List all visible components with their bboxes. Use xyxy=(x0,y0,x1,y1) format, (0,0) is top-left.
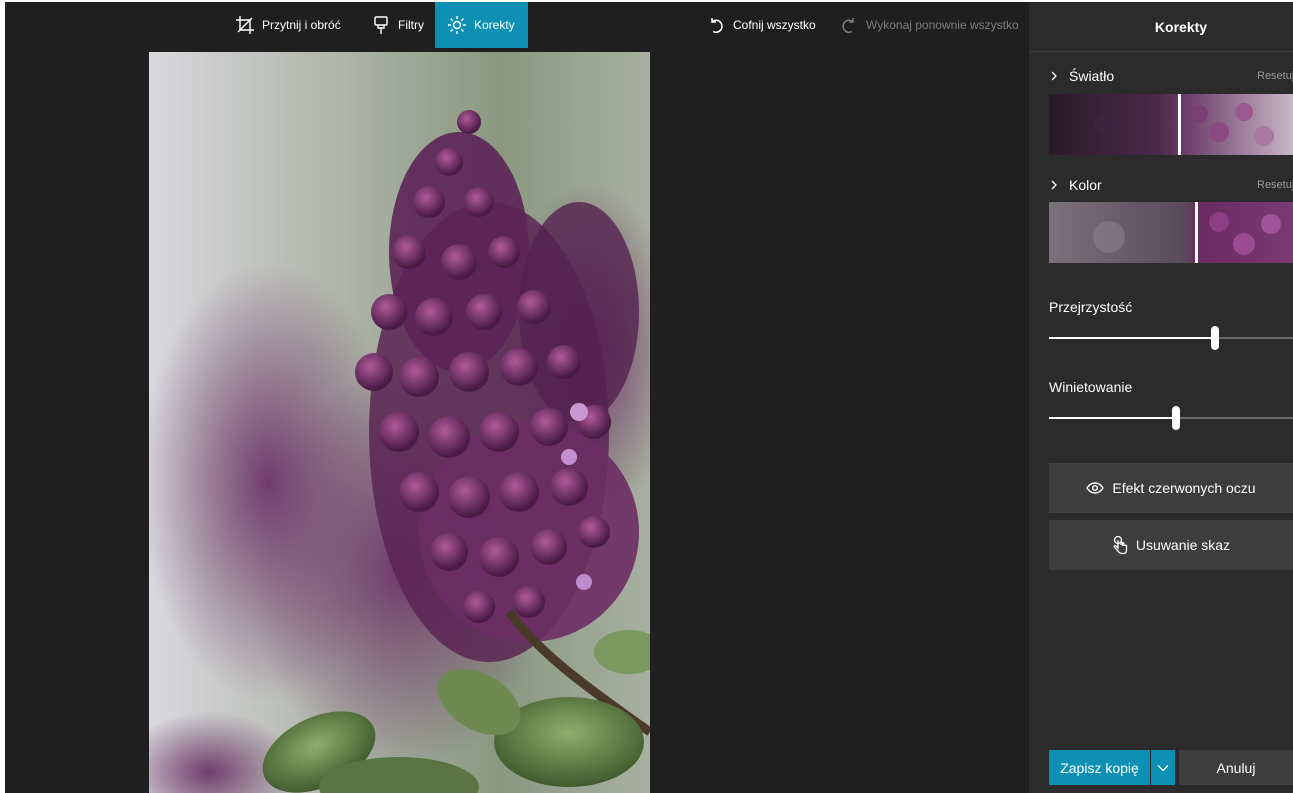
vignette-slider[interactable] xyxy=(1049,406,1293,430)
cancel-label: Anuluj xyxy=(1216,759,1256,776)
light-reset-button[interactable]: Resetuj xyxy=(1257,70,1293,82)
adjustments-panel: Korekty Światło Resetuj Kolor Resetuj Pr… xyxy=(1029,2,1293,793)
photo-canvas[interactable] xyxy=(149,52,650,793)
editor-toolbar: Przytnij i obróć Filtry Korekty Cofnij w… xyxy=(5,2,1029,48)
vignette-slider-fill xyxy=(1049,417,1176,419)
adjustments-label: Korekty xyxy=(474,18,515,32)
crop-icon xyxy=(234,14,256,36)
spot-fix-button[interactable]: Usuwanie skaz xyxy=(1049,520,1293,570)
undo-all-button[interactable]: Cofnij wszystko xyxy=(705,2,816,48)
clarity-label: Przejrzystość xyxy=(1049,299,1133,315)
sun-icon xyxy=(446,14,468,36)
color-preview-strip[interactable] xyxy=(1049,202,1293,263)
clarity-slider-fill xyxy=(1049,337,1215,339)
redo-all-label: Wykonaj ponownie wszystko xyxy=(866,18,1019,32)
touch-hand-icon xyxy=(1112,535,1128,555)
crop-rotate-label: Przytnij i obróć xyxy=(262,18,341,32)
clarity-slider-thumb[interactable] xyxy=(1211,326,1219,350)
light-preview-strip[interactable] xyxy=(1049,94,1293,155)
color-reset-button[interactable]: Resetuj xyxy=(1257,179,1293,191)
undo-all-label: Cofnij wszystko xyxy=(733,18,816,32)
chevron-right-icon xyxy=(1049,70,1063,82)
adjustments-tab[interactable]: Korekty xyxy=(435,2,528,48)
chevron-down-icon xyxy=(1157,759,1169,777)
light-compare-handle[interactable] xyxy=(1178,94,1181,155)
color-section-label: Kolor xyxy=(1069,177,1102,193)
filters-label: Filtry xyxy=(398,18,424,32)
cancel-button[interactable]: Anuluj xyxy=(1179,750,1293,785)
save-options-dropdown[interactable] xyxy=(1151,750,1175,785)
photos-editor: Przytnij i obróć Filtry Korekty Cofnij w… xyxy=(5,2,1293,793)
lilac-photo xyxy=(149,52,650,793)
save-copy-label: Zapisz kopię xyxy=(1060,759,1139,776)
eye-icon xyxy=(1086,482,1105,494)
spot-fix-label: Usuwanie skaz xyxy=(1135,537,1231,553)
save-copy-button[interactable]: Zapisz kopię xyxy=(1049,750,1150,785)
redo-icon xyxy=(838,14,860,36)
vignette-slider-thumb[interactable] xyxy=(1172,406,1180,430)
vignette-label: Winietowanie xyxy=(1049,379,1133,395)
red-eye-button[interactable]: Efekt czerwonych oczu xyxy=(1049,463,1293,513)
undo-icon xyxy=(705,14,727,36)
filter-brush-icon xyxy=(370,14,392,36)
color-compare-handle[interactable] xyxy=(1195,202,1198,263)
chevron-right-icon xyxy=(1049,179,1063,191)
filters-button[interactable]: Filtry xyxy=(370,2,424,48)
crop-rotate-button[interactable]: Przytnij i obróć xyxy=(234,2,341,48)
light-preview-thumbnail xyxy=(1049,94,1293,155)
light-section-toggle[interactable]: Światło Resetuj xyxy=(1049,64,1293,88)
red-eye-label: Efekt czerwonych oczu xyxy=(1112,480,1256,496)
light-section-label: Światło xyxy=(1069,68,1115,84)
color-section-toggle[interactable]: Kolor Resetuj xyxy=(1049,173,1293,197)
panel-title: Korekty xyxy=(1029,2,1293,52)
color-preview-thumbnail xyxy=(1049,202,1293,263)
clarity-slider[interactable] xyxy=(1049,326,1293,350)
redo-all-button[interactable]: Wykonaj ponownie wszystko xyxy=(838,2,1019,48)
